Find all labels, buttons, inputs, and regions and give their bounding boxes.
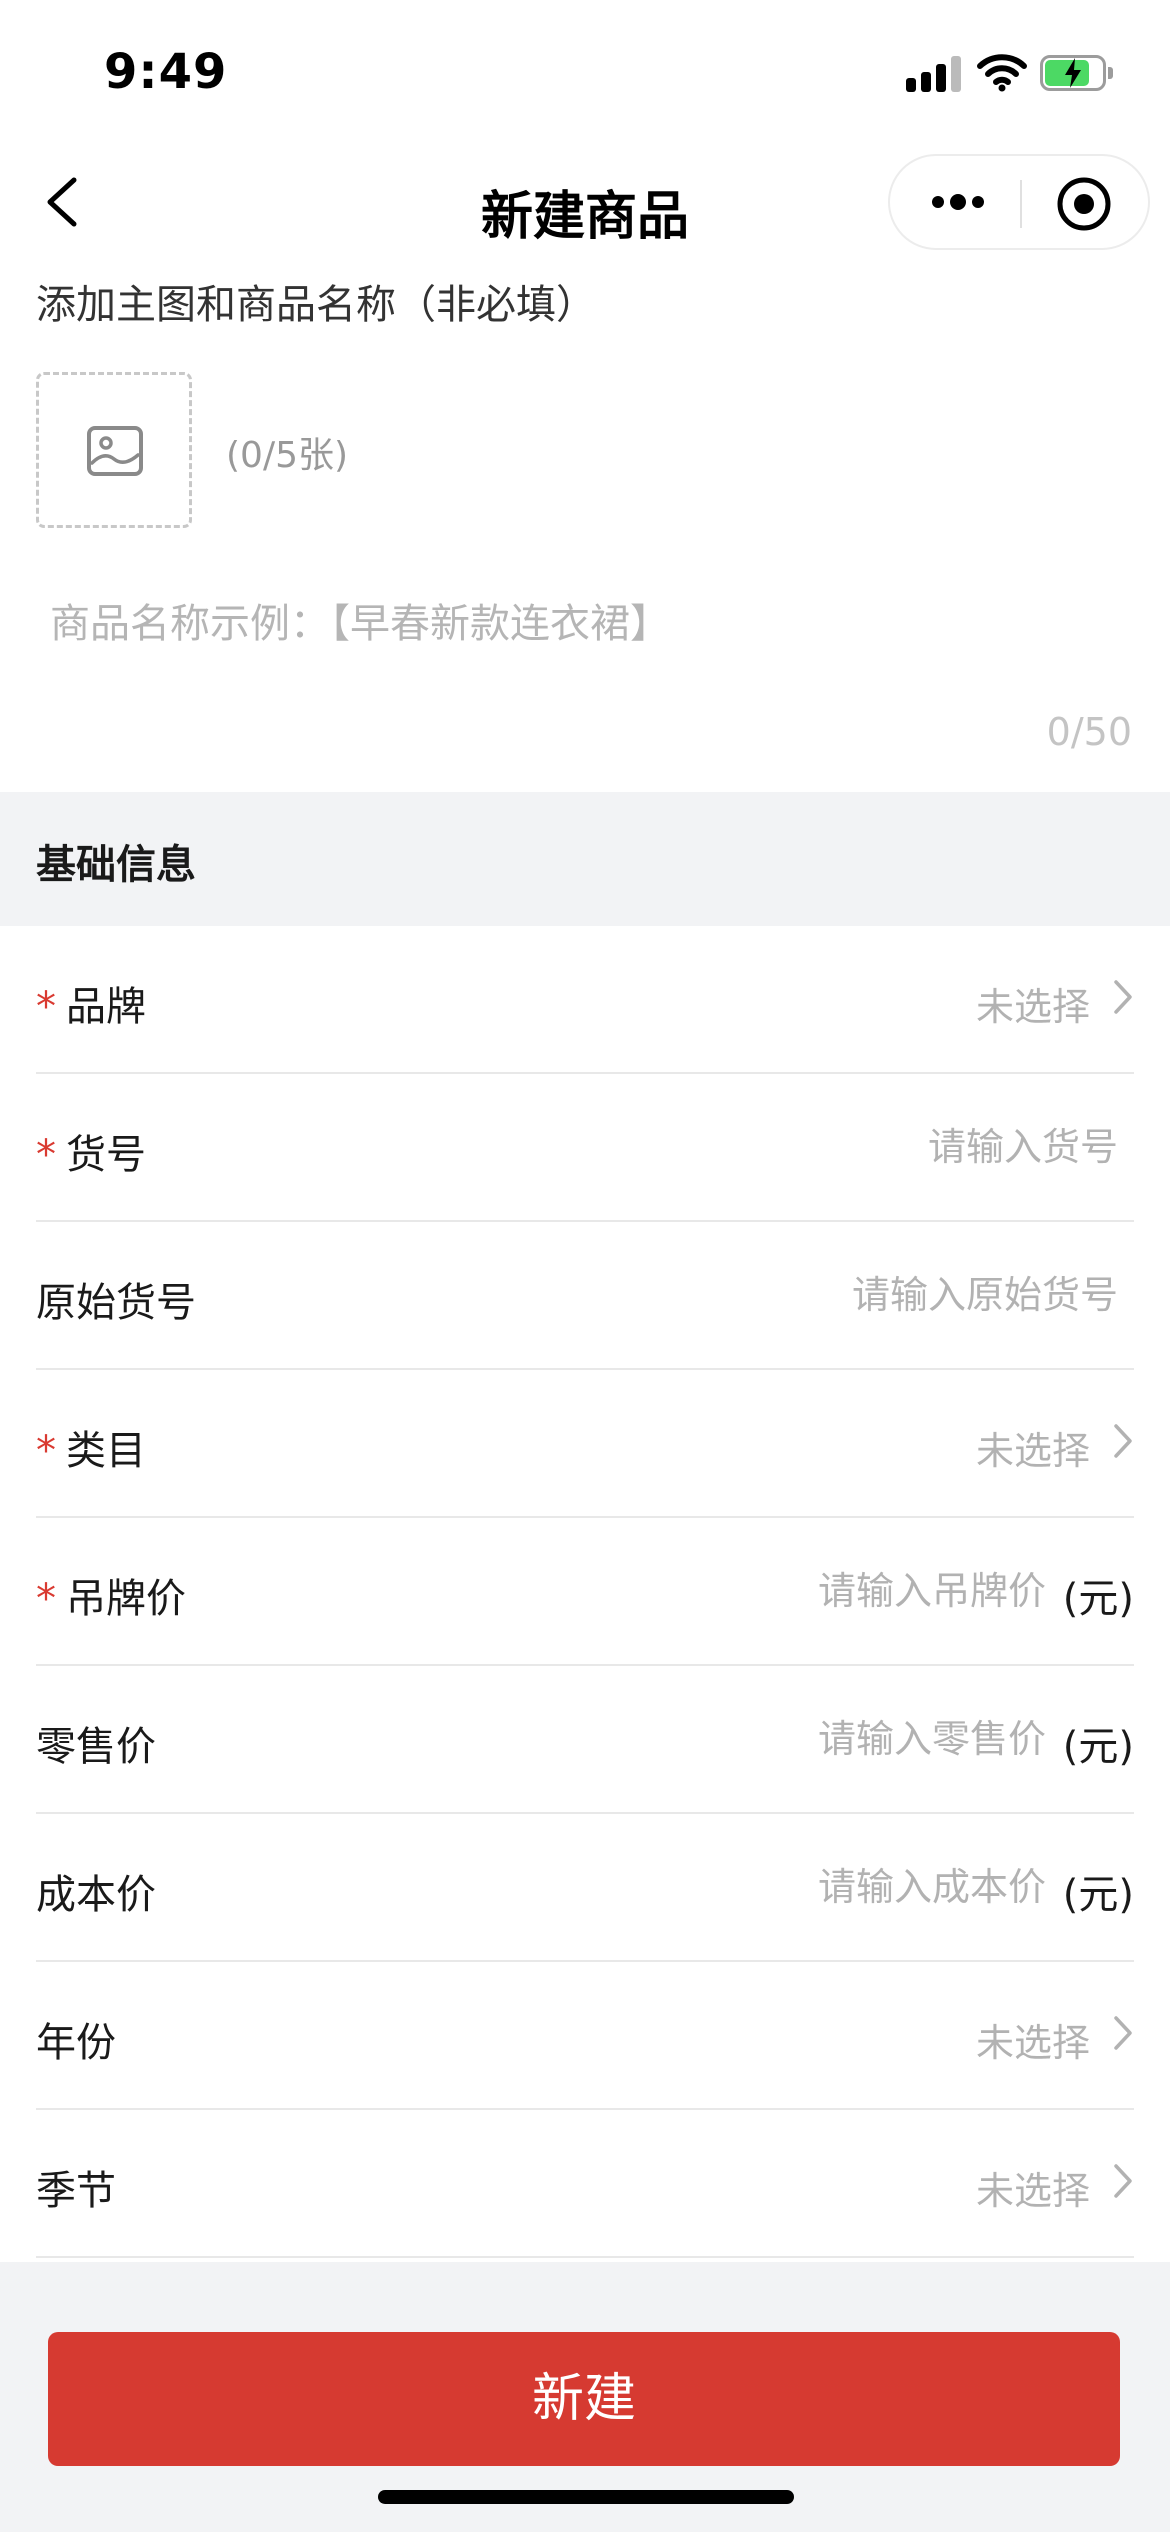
year-row[interactable]: 年份 未选择 (36, 1962, 1134, 2110)
orig-item-no-label: 原始货号 (36, 1280, 196, 1326)
required-mark: * (36, 984, 56, 1030)
close-mini-program-icon[interactable] (1056, 176, 1112, 232)
required-mark: * (36, 1428, 56, 1474)
currency-unit: (元) (1062, 1872, 1134, 1918)
image-icon (87, 426, 143, 476)
cost-price-row: 成本价 (元) (36, 1814, 1134, 1962)
chevron-right-icon (1114, 2016, 1132, 2050)
retail-price-row: 零售价 (元) (36, 1666, 1134, 1814)
cost-price-label: 成本价 (36, 1872, 156, 1918)
item-no-label: * 货号 (36, 1132, 146, 1178)
wifi-icon (977, 54, 1027, 92)
brand-value: 未选择 (975, 985, 1090, 1029)
year-value: 未选择 (975, 2021, 1090, 2065)
currency-unit: (元) (1062, 1576, 1134, 1622)
tag-price-input[interactable] (506, 1556, 1046, 1626)
more-icon[interactable] (930, 186, 986, 218)
required-mark: * (36, 1132, 56, 1178)
product-name-input[interactable] (50, 584, 1130, 664)
orig-item-no-row: 原始货号 (36, 1222, 1134, 1370)
bottom-action-bar: 新建 (0, 2262, 1170, 2532)
item-no-row: * 货号 (36, 1074, 1134, 1222)
image-upload-button[interactable] (36, 372, 192, 528)
battery-charging-icon (1040, 55, 1113, 91)
section-header: 基础信息 (0, 792, 1170, 926)
orig-item-no-input[interactable] (518, 1260, 1118, 1330)
chevron-right-icon (1114, 980, 1132, 1014)
brand-label: * 品牌 (36, 984, 146, 1030)
basic-info-form: *品牌 未选择 *货号 原始货号 *类目 未选择 *吊牌价 (元) 零售价 (元… (0, 926, 1170, 2258)
season-value: 未选择 (975, 2169, 1090, 2213)
year-label: 年份 (36, 2020, 116, 2066)
retail-price-label: 零售价 (36, 1724, 156, 1770)
media-hint: 添加主图和商品名称（非必填） (36, 282, 596, 328)
retail-price-input[interactable] (506, 1704, 1046, 1774)
section-title: 基础信息 (36, 842, 196, 888)
status-bar: 9:49 (0, 0, 1170, 140)
navigation-bar: 新建商品 (0, 140, 1170, 266)
currency-unit: (元) (1062, 1724, 1134, 1770)
season-row[interactable]: 季节 未选择 (36, 2110, 1134, 2258)
capsule-divider (1020, 180, 1022, 228)
category-row[interactable]: * 类目 未选择 (36, 1370, 1134, 1518)
cellular-signal-icon (906, 56, 962, 92)
brand-row[interactable]: * 品牌 未选择 (36, 926, 1134, 1074)
cost-price-input[interactable] (506, 1852, 1046, 1922)
required-mark: * (36, 1576, 56, 1622)
upload-count: (0/5张) (226, 435, 349, 476)
create-button[interactable]: 新建 (48, 2332, 1120, 2466)
name-char-counter: 0/50 (1046, 710, 1132, 754)
tag-price-label: * 吊牌价 (36, 1576, 186, 1622)
home-indicator (378, 2490, 794, 2504)
status-time: 9:49 (104, 44, 228, 100)
category-value: 未选择 (975, 1429, 1090, 1473)
tag-price-row: *吊牌价 (元) (36, 1518, 1134, 1666)
category-label: * 类目 (36, 1428, 146, 1474)
mini-program-capsule (888, 154, 1150, 250)
chevron-right-icon (1114, 2164, 1132, 2198)
chevron-right-icon (1114, 1424, 1132, 1458)
item-no-input[interactable] (518, 1112, 1118, 1182)
season-label: 季节 (36, 2168, 116, 2214)
